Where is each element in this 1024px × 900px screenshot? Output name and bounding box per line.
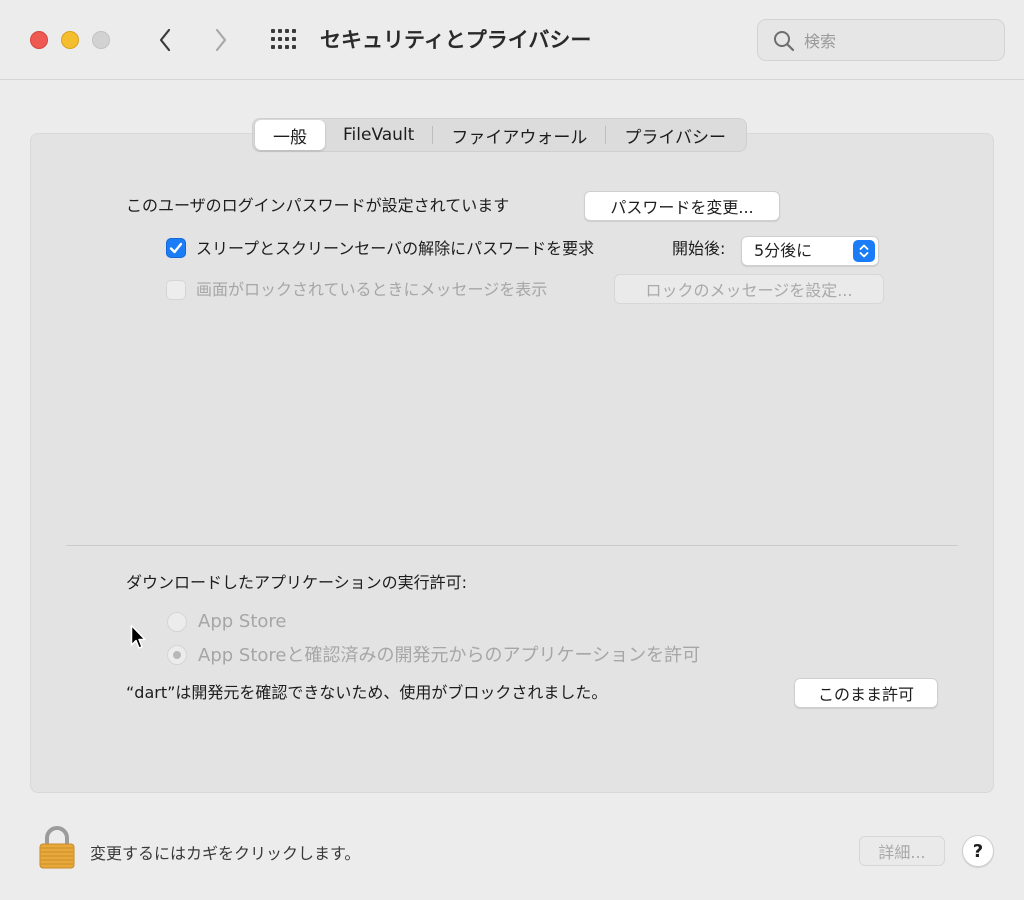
lock-message-label: 画面がロックされているときにメッセージを表示: [196, 280, 548, 299]
details-button[interactable]: 詳細...: [859, 836, 945, 866]
radio-app-store-label: App Store: [198, 611, 287, 632]
delay-value: 5分後に: [754, 241, 813, 260]
search-icon: [774, 31, 795, 52]
checkmark-icon: [169, 242, 183, 254]
change-password-button[interactable]: パスワードを変更...: [584, 191, 780, 221]
radio-app-store-identified[interactable]: [167, 645, 187, 665]
tab-bar: 一般 FileVault ファイアウォール プライバシー: [252, 118, 748, 152]
lock-icon[interactable]: [38, 826, 76, 870]
forward-button[interactable]: [206, 24, 236, 56]
search-input[interactable]: [804, 29, 994, 53]
minimize-window-button[interactable]: [61, 31, 79, 49]
chevron-right-icon: [215, 28, 227, 52]
require-password-delay-select[interactable]: 5分後に: [741, 236, 879, 266]
back-button[interactable]: [150, 24, 180, 56]
preferences-window: セキュリティとプライバシー 一般 FileVault ファイアウォール プライバ…: [0, 0, 1024, 900]
downloads-heading: ダウンロードしたアプリケーションの実行許可:: [126, 573, 468, 592]
tab-filevault[interactable]: FileVault: [325, 120, 432, 150]
allow-anyway-button[interactable]: このまま許可: [794, 678, 938, 708]
blocked-app-message: “dart”は開発元を確認できないため、使用がブロックされました。: [126, 683, 608, 702]
grid-icon: [271, 29, 296, 49]
require-password-checkbox[interactable]: [166, 238, 186, 258]
require-password-label: スリープとスクリーンセーバの解除にパスワードを要求: [196, 239, 595, 258]
require-after-label: 開始後:: [672, 239, 726, 258]
zoom-window-button[interactable]: [92, 31, 110, 49]
section-divider: [66, 545, 958, 546]
close-window-button[interactable]: [30, 31, 48, 49]
tab-firewall[interactable]: ファイアウォール: [433, 120, 605, 150]
search-field[interactable]: [757, 19, 1005, 61]
window-title: セキュリティとプライバシー: [320, 28, 592, 52]
lock-hint-text: 変更するにはカギをクリックします。: [90, 844, 361, 863]
tab-privacy[interactable]: プライバシー: [606, 120, 744, 150]
mouse-cursor-icon: [130, 624, 146, 649]
tab-general[interactable]: 一般: [255, 120, 325, 150]
title-bar: セキュリティとプライバシー: [0, 0, 1024, 80]
updown-chevron-icon: [853, 240, 875, 262]
radio-dot-icon: [173, 651, 181, 659]
show-all-button[interactable]: [268, 26, 300, 54]
radio-app-store-identified-label: App Storeと確認済みの開発元からのアプリケーションを許可: [198, 645, 701, 666]
password-status-text: このユーザのログインパスワードが設定されています: [126, 196, 510, 215]
lock-message-checkbox[interactable]: [166, 280, 186, 300]
radio-app-store[interactable]: [167, 612, 187, 632]
set-lock-message-button[interactable]: ロックのメッセージを設定...: [614, 274, 884, 304]
help-button[interactable]: ?: [962, 835, 994, 867]
chevron-left-icon: [159, 28, 171, 52]
